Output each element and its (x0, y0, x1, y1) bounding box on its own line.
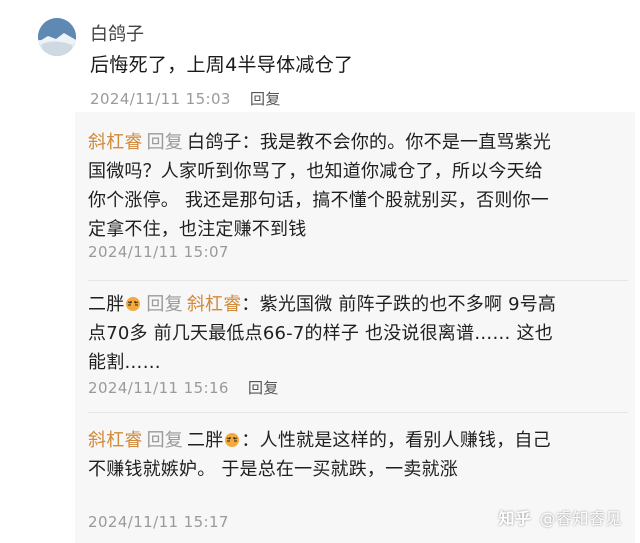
reply-divider (88, 280, 628, 281)
reply-timestamp: 2024/11/11 15:17 (88, 513, 229, 531)
zhihu-logo: 知乎 (498, 509, 532, 528)
reply-target[interactable]: 白鸽子 (187, 132, 242, 153)
comment-author[interactable]: 白鸽子 (90, 20, 144, 46)
reply-timestamp: 2024/11/11 15:16 (88, 379, 229, 397)
avatar-image (38, 18, 76, 56)
reply-item: 斜杠睿 回复 白鸽子：我是教不会你的。你不是一直骂紫光国微吗？人家听到你骂了，也知道… (88, 128, 558, 244)
reply-divider (88, 412, 628, 413)
reply-word: 回复 (146, 132, 184, 153)
reply-item: 二胖 回复 斜杠睿：紫光国微 前阵子跌的也不多啊 9号高点70多 前几天最低点66-… (88, 290, 558, 377)
reply-target[interactable]: 斜杠睿 (187, 294, 242, 315)
reply-author-link[interactable]: 斜杠睿 (88, 132, 143, 153)
watermark-handle: @睿知睿见 (539, 509, 622, 528)
reply-timestamp: 2024/11/11 15:07 (88, 243, 229, 261)
reply-meta: 2024/11/11 15:16 回复 (88, 377, 279, 398)
reply-button[interactable]: 回复 (250, 90, 281, 108)
comment-meta: 2024/11/11 15:03 回复 (90, 88, 281, 109)
reply-word: 回复 (146, 430, 184, 451)
watermark: 知乎 @睿知睿见 (498, 505, 622, 529)
comment-text: 后悔死了，上周4半导体减仓了 (90, 54, 354, 76)
avatar[interactable] (38, 18, 76, 56)
tiger-emoji-icon (126, 297, 141, 311)
reply-word: 回复 (146, 294, 183, 315)
reply-author-link[interactable]: 斜杠睿 (88, 430, 143, 451)
reply-item: 斜杠睿 回复 二胖 ：人性就是这样的，看别人赚钱，自己不赚钱就嫉妒。 于是总在一买就跌… (88, 426, 558, 484)
comment-timestamp: 2024/11/11 15:03 (90, 90, 231, 108)
tiger-emoji-icon (225, 433, 240, 447)
reply-author-link[interactable]: 二胖 (88, 294, 124, 315)
reply-target[interactable]: 二胖 (187, 430, 223, 451)
reply-button[interactable]: 回复 (248, 379, 279, 397)
